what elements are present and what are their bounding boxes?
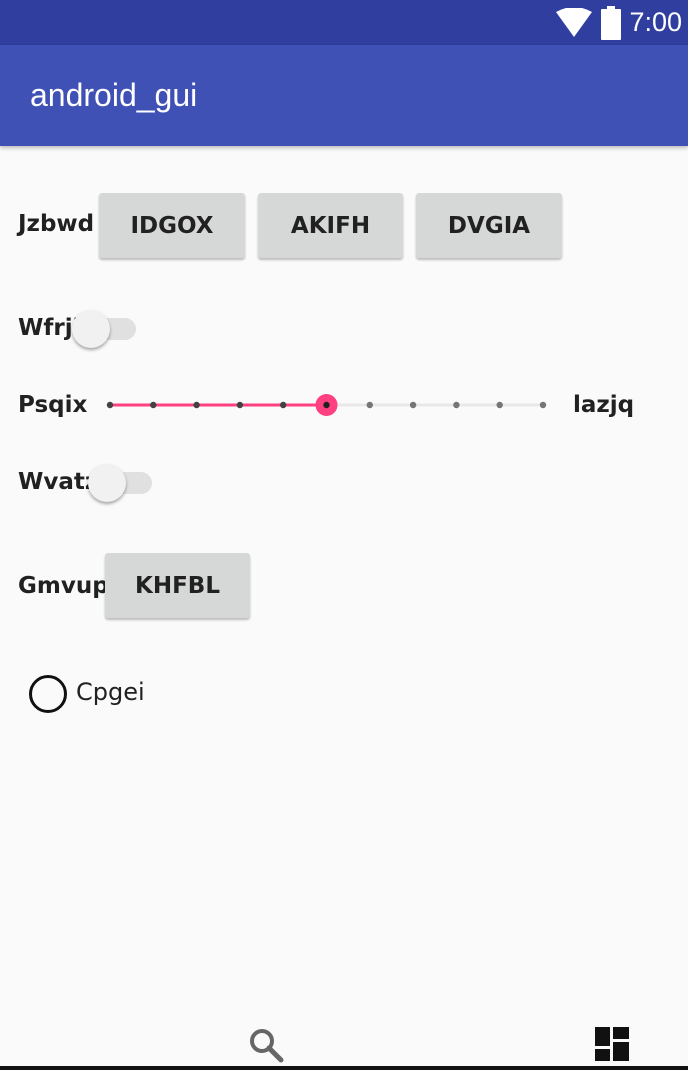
seek-tick [236, 401, 244, 409]
akifh-button[interactable]: AKIFH [258, 193, 403, 258]
wifi-icon [556, 7, 593, 37]
lazjq-label: lazjq [573, 392, 635, 418]
seek-tick [280, 401, 287, 409]
seek-tick [193, 401, 200, 409]
seek-tick [539, 401, 547, 409]
jzbwd-label: Jzbwd [18, 211, 95, 237]
khfbl-button[interactable]: KHFBL [105, 553, 250, 618]
seek-tick [409, 401, 417, 409]
psqix-seekbar[interactable] [100, 385, 560, 425]
seek-thumb-dot [323, 401, 330, 409]
cpgei-radio[interactable] [29, 675, 67, 713]
switch-thumb [88, 464, 126, 502]
psqix-label: Psqix [18, 392, 88, 418]
bottom-bar [0, 1015, 688, 1070]
idgox-button[interactable]: IDGOX [99, 193, 245, 258]
app-bar: android_gui [0, 45, 688, 146]
bottom-divider [0, 1066, 688, 1070]
battery-icon [601, 5, 622, 40]
wfrji-switch[interactable] [72, 306, 138, 352]
seek-tick [106, 401, 114, 409]
cpgei-label: Cpgei [76, 678, 145, 706]
status-bar: 7:00 [0, 0, 688, 45]
switch-thumb [72, 310, 110, 348]
status-time: 7:00 [629, 7, 682, 37]
seek-tick [366, 401, 373, 409]
search-icon[interactable] [248, 1027, 284, 1063]
wvatz-label: Wvatz [18, 469, 99, 495]
app-title: android_gui [30, 77, 198, 113]
seek-tick [453, 401, 460, 409]
seek-tick [150, 401, 157, 409]
dashboard-icon[interactable] [595, 1027, 629, 1061]
dvgia-button[interactable]: DVGIA [416, 193, 562, 258]
seek-tick [496, 401, 503, 409]
gmvup-label: Gmvup [18, 573, 109, 599]
status-icons: 7:00 [555, 0, 682, 45]
wvatz-switch[interactable] [88, 460, 154, 506]
